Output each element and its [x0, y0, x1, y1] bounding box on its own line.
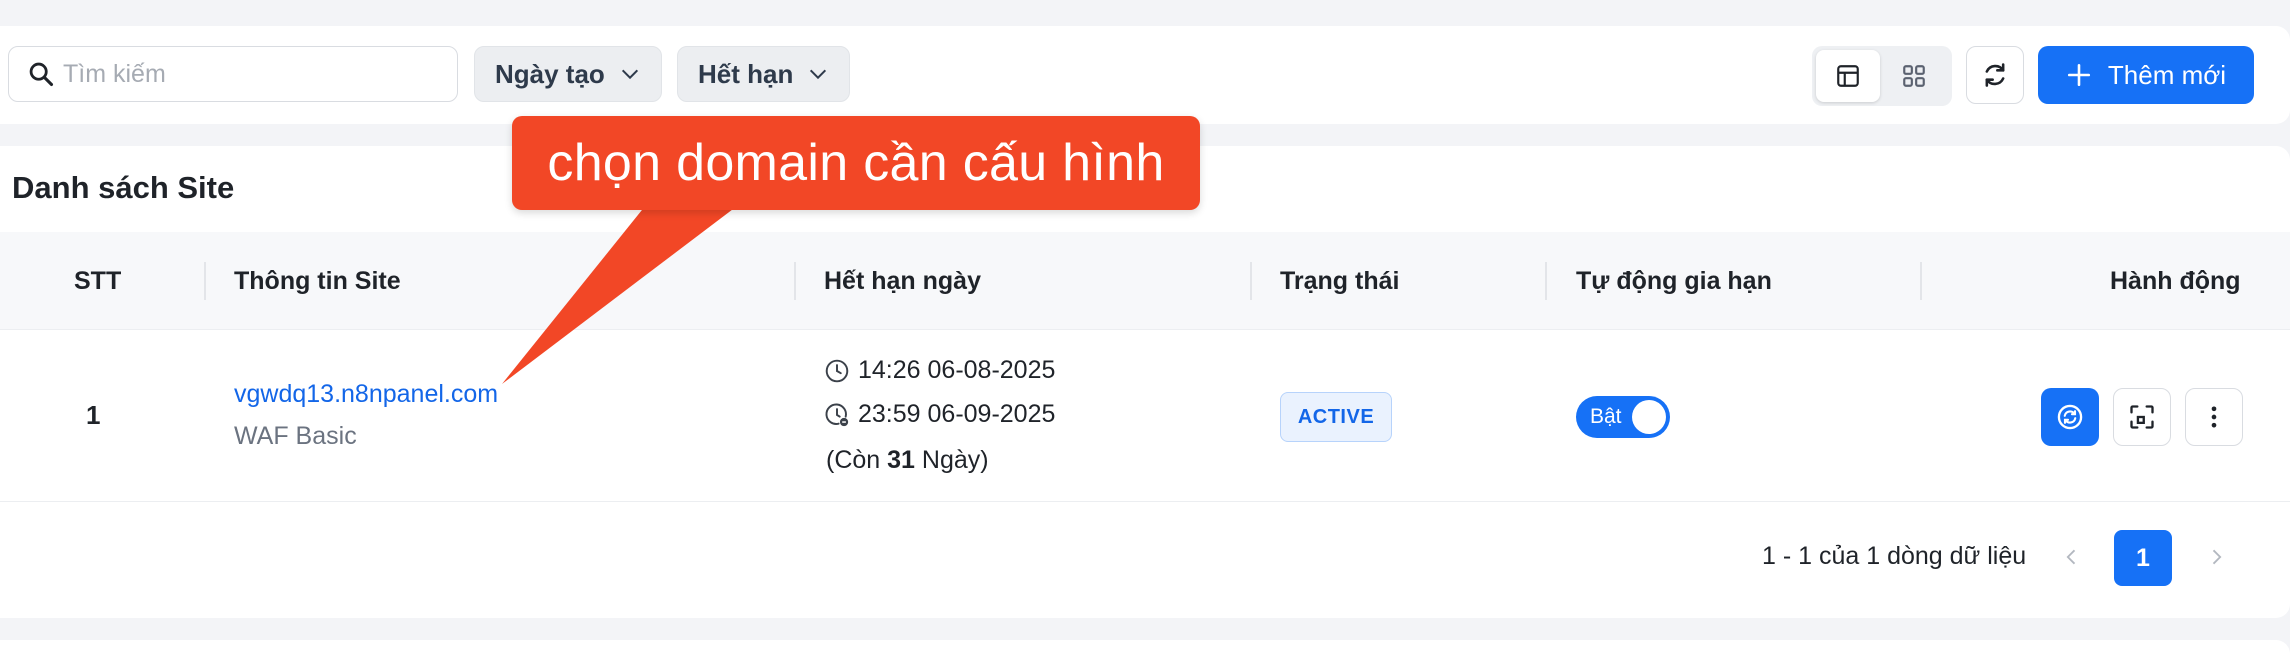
- page-title: Danh sách Site: [12, 170, 235, 205]
- search-icon: [29, 62, 54, 87]
- remaining-days-count: 31: [887, 446, 915, 474]
- created-date: 14:26 06-08-2025: [824, 356, 1055, 385]
- column-header-status: Trạng thái: [1280, 266, 1400, 295]
- site-domain-link[interactable]: vgwdq13.n8npanel.com: [234, 380, 498, 409]
- search-box[interactable]: [8, 46, 458, 102]
- row-stt: 1: [86, 400, 101, 430]
- filter-expiry-dropdown[interactable]: Hết hạn: [677, 46, 851, 102]
- status-badge: ACTIVE: [1280, 392, 1392, 442]
- expiry-date: 23:59 06-09-2025: [824, 400, 1055, 429]
- view-mode-toggle: [1812, 46, 1952, 106]
- table-header: STT Thông tin Site Hết hạn ngày Trạng th…: [0, 232, 2290, 330]
- next-card-edge: [0, 640, 2290, 670]
- column-header-stt: STT: [74, 266, 122, 295]
- more-actions-button[interactable]: [2185, 388, 2243, 446]
- annotation-callout: chọn domain cần cấu hình: [512, 116, 1200, 210]
- remaining-prefix: (Còn: [826, 446, 888, 474]
- table-view-button[interactable]: [1816, 50, 1880, 102]
- chevron-right-icon: [2212, 549, 2222, 565]
- renew-icon: [2057, 404, 2083, 430]
- more-vertical-icon: [2211, 406, 2217, 428]
- filter-created-date-dropdown[interactable]: Ngày tạo: [474, 46, 662, 102]
- scan-button[interactable]: [2113, 388, 2171, 446]
- search-input[interactable]: [63, 59, 443, 89]
- toolbar: Ngày tạo Hết hạn: [0, 26, 2290, 124]
- site-plan: WAF Basic: [234, 422, 357, 450]
- grid-icon: [1903, 65, 1925, 87]
- remaining-days: (Còn 31 Ngày): [826, 446, 989, 475]
- column-header-actions: Hành động: [2110, 266, 2241, 295]
- column-divider: [1920, 262, 1922, 300]
- column-divider: [794, 262, 796, 300]
- add-new-button[interactable]: Thêm mới: [2038, 46, 2254, 104]
- prev-page-button[interactable]: [2052, 530, 2092, 584]
- table-row: 1 vgwdq13.n8npanel.com WAF Basic 14:26 0…: [0, 330, 2290, 502]
- chevron-down-icon: [621, 69, 638, 80]
- refresh-icon: [1985, 63, 2005, 87]
- page-number-current[interactable]: 1: [2114, 530, 2172, 586]
- expiry-date-text: 23:59 06-09-2025: [858, 400, 1056, 428]
- column-header-expiry: Hết hạn ngày: [824, 266, 981, 295]
- auto-renew-label: Bật: [1590, 405, 1622, 428]
- table-icon: [1837, 65, 1859, 87]
- remaining-suffix: Ngày): [914, 446, 989, 474]
- site-list-card: Danh sách Site STT Thông tin Site Hết hạ…: [0, 146, 2290, 618]
- filter-expiry-label: Hết hạn: [698, 58, 794, 89]
- grid-view-button[interactable]: [1882, 50, 1946, 102]
- chevron-left-icon: [2066, 549, 2076, 565]
- add-new-label: Thêm mới: [2107, 59, 2227, 90]
- next-page-button[interactable]: [2196, 530, 2236, 584]
- clock-icon: [825, 359, 849, 382]
- auto-renew-toggle[interactable]: Bật: [1576, 396, 1670, 438]
- created-date-text: 14:26 06-08-2025: [858, 356, 1056, 384]
- toggle-knob: [1632, 400, 1666, 434]
- column-divider: [204, 262, 206, 300]
- column-header-auto-renew: Tự động gia hạn: [1576, 266, 1772, 295]
- column-divider: [1545, 262, 1547, 300]
- column-header-site-info: Thông tin Site: [234, 266, 401, 295]
- pagination-summary: 1 - 1 của 1 dòng dữ liệu: [1762, 542, 2027, 570]
- refresh-button[interactable]: [1966, 46, 2024, 104]
- clock-expiry-icon: [825, 403, 849, 426]
- chevron-down-icon: [810, 69, 827, 80]
- column-divider: [1250, 262, 1252, 300]
- renew-button[interactable]: [2041, 388, 2099, 446]
- filter-created-label: Ngày tạo: [495, 58, 605, 89]
- scan-frame-icon: [2130, 405, 2154, 429]
- plus-icon: [2067, 63, 2090, 87]
